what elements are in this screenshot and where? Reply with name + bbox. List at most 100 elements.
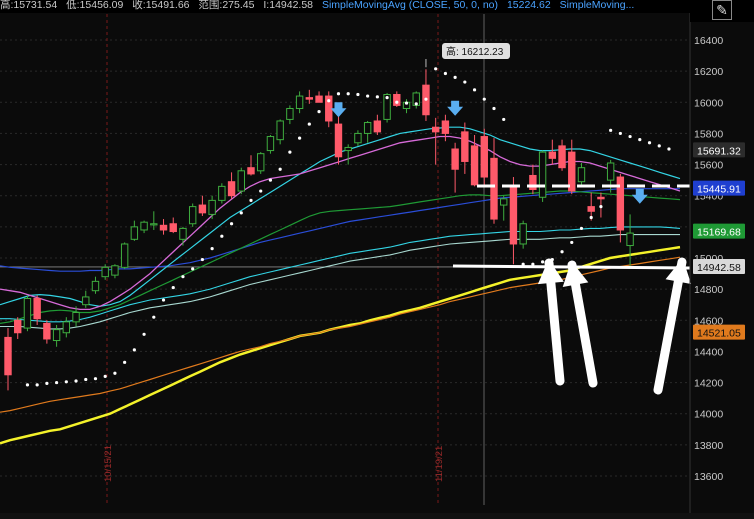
user-drawings — [452, 184, 692, 395]
sar-dot — [657, 144, 661, 148]
sar-dot — [210, 247, 214, 251]
y-tick-label: 16400 — [694, 35, 723, 47]
parabolic-sar-dots — [25, 67, 671, 387]
sar-dot — [239, 211, 243, 215]
sar-dot — [589, 215, 593, 220]
y-tick-label: 16000 — [694, 97, 723, 109]
candle-body — [82, 296, 90, 306]
candle-body — [577, 167, 586, 183]
candle-body — [72, 312, 80, 323]
sar-dot — [259, 189, 263, 193]
sar-dot — [472, 88, 477, 92]
candle-body — [538, 151, 547, 198]
candle-body — [451, 148, 459, 170]
sar-dot — [404, 101, 409, 105]
sar-dot — [667, 147, 671, 151]
sar-dot — [560, 250, 564, 254]
study-sma-label-2[interactable]: SimpleMoving... — [560, 0, 635, 11]
sar-dot — [443, 71, 447, 76]
study-sma50-label[interactable]: SimpleMovingAvg (CLOSE, 50, 0, no) — [322, 0, 498, 11]
candle-body — [169, 223, 177, 233]
candle-body — [315, 95, 323, 103]
sar-dot — [502, 117, 506, 122]
candle-body — [101, 266, 109, 278]
candle-body — [23, 297, 32, 329]
sar-dot — [482, 97, 486, 101]
sar-dot — [336, 92, 341, 96]
close-value: 收:15491.66 — [132, 0, 190, 11]
sar-dot — [191, 267, 195, 271]
candlestick-chart[interactable]: 10/15/21 11/19/21 13600 13800 14000 14200 144… — [0, 0, 754, 519]
sar-dot — [103, 374, 107, 378]
candle-body — [257, 153, 265, 172]
candle-body — [33, 297, 41, 320]
pencil-line-icon[interactable]: ✎ — [712, 0, 732, 20]
y-tick-label: 15600 — [694, 160, 723, 172]
candle-body — [286, 108, 294, 120]
candle-body — [431, 126, 440, 133]
chart-grid — [0, 39, 690, 477]
candle-body — [179, 227, 187, 240]
candle-body — [111, 265, 119, 276]
candle-body — [52, 329, 61, 342]
sar-dot — [375, 95, 379, 99]
candle-body — [150, 223, 158, 226]
candle-body — [606, 162, 615, 181]
chart-window: { "header": { "open_text": "高:15731.54",… — [0, 0, 754, 519]
price-labels: 15691.32 15445.91 15169.68 14942.58 14521.05 — [693, 142, 745, 340]
date-marker-label: 11/19/21 — [434, 446, 445, 482]
sar-dot — [414, 102, 418, 106]
candle-body — [344, 146, 352, 152]
candle-body — [461, 131, 469, 162]
candle-body — [480, 136, 488, 178]
sar-dot — [84, 377, 88, 382]
sar-dot — [113, 371, 117, 375]
sar-dot — [463, 80, 467, 84]
date-markers: 10/15/21 11/19/21 — [0, 14, 690, 505]
sar-dot — [307, 122, 311, 126]
candle-body — [276, 120, 284, 141]
sar-dot — [570, 240, 574, 245]
sar-dot — [288, 150, 292, 154]
price-label-text: 15445.91 — [697, 184, 741, 196]
candle-body — [198, 204, 207, 214]
sma-line-blue — [0, 188, 680, 272]
y-tick-label: 14200 — [694, 378, 723, 390]
y-tick-label: 16200 — [694, 66, 723, 78]
sar-dot — [45, 381, 49, 385]
candle-body — [558, 145, 566, 169]
candle-body — [4, 336, 12, 376]
sar-dot — [74, 379, 78, 383]
candle-body — [305, 97, 314, 100]
price-label-text: 14942.58 — [697, 262, 741, 274]
sar-dot — [395, 100, 399, 104]
sar-dot — [268, 178, 273, 182]
price-label-text: 15691.32 — [697, 145, 741, 157]
y-tick-label: 14800 — [694, 284, 723, 296]
sar-dot — [132, 348, 136, 352]
sar-dot — [55, 380, 59, 385]
sar-dot — [434, 67, 438, 71]
candle-body — [373, 120, 382, 133]
candle-body — [490, 157, 498, 220]
sar-dot — [161, 298, 166, 302]
y-tick-label: 13600 — [694, 471, 723, 483]
range-value: 范围:275.45 — [198, 0, 255, 11]
last-value: I:14942.58 — [263, 0, 314, 11]
candle-body — [237, 170, 245, 192]
candle-body — [441, 120, 450, 134]
toolbar-corner: ✎ — [690, 0, 754, 22]
sar-dot — [249, 198, 253, 202]
candle-body — [548, 151, 557, 159]
price-label-text: 14521.05 — [697, 328, 741, 340]
sar-dot — [171, 285, 175, 290]
candle-body — [130, 226, 139, 240]
candle-body — [43, 322, 51, 340]
candle-body — [208, 199, 216, 215]
sar-dot — [278, 167, 282, 171]
candle-body — [354, 132, 362, 144]
down-arrow-marker — [447, 100, 464, 116]
sar-dot — [628, 134, 632, 139]
sar-dot — [123, 360, 127, 364]
lower-study-strip — [0, 513, 754, 519]
